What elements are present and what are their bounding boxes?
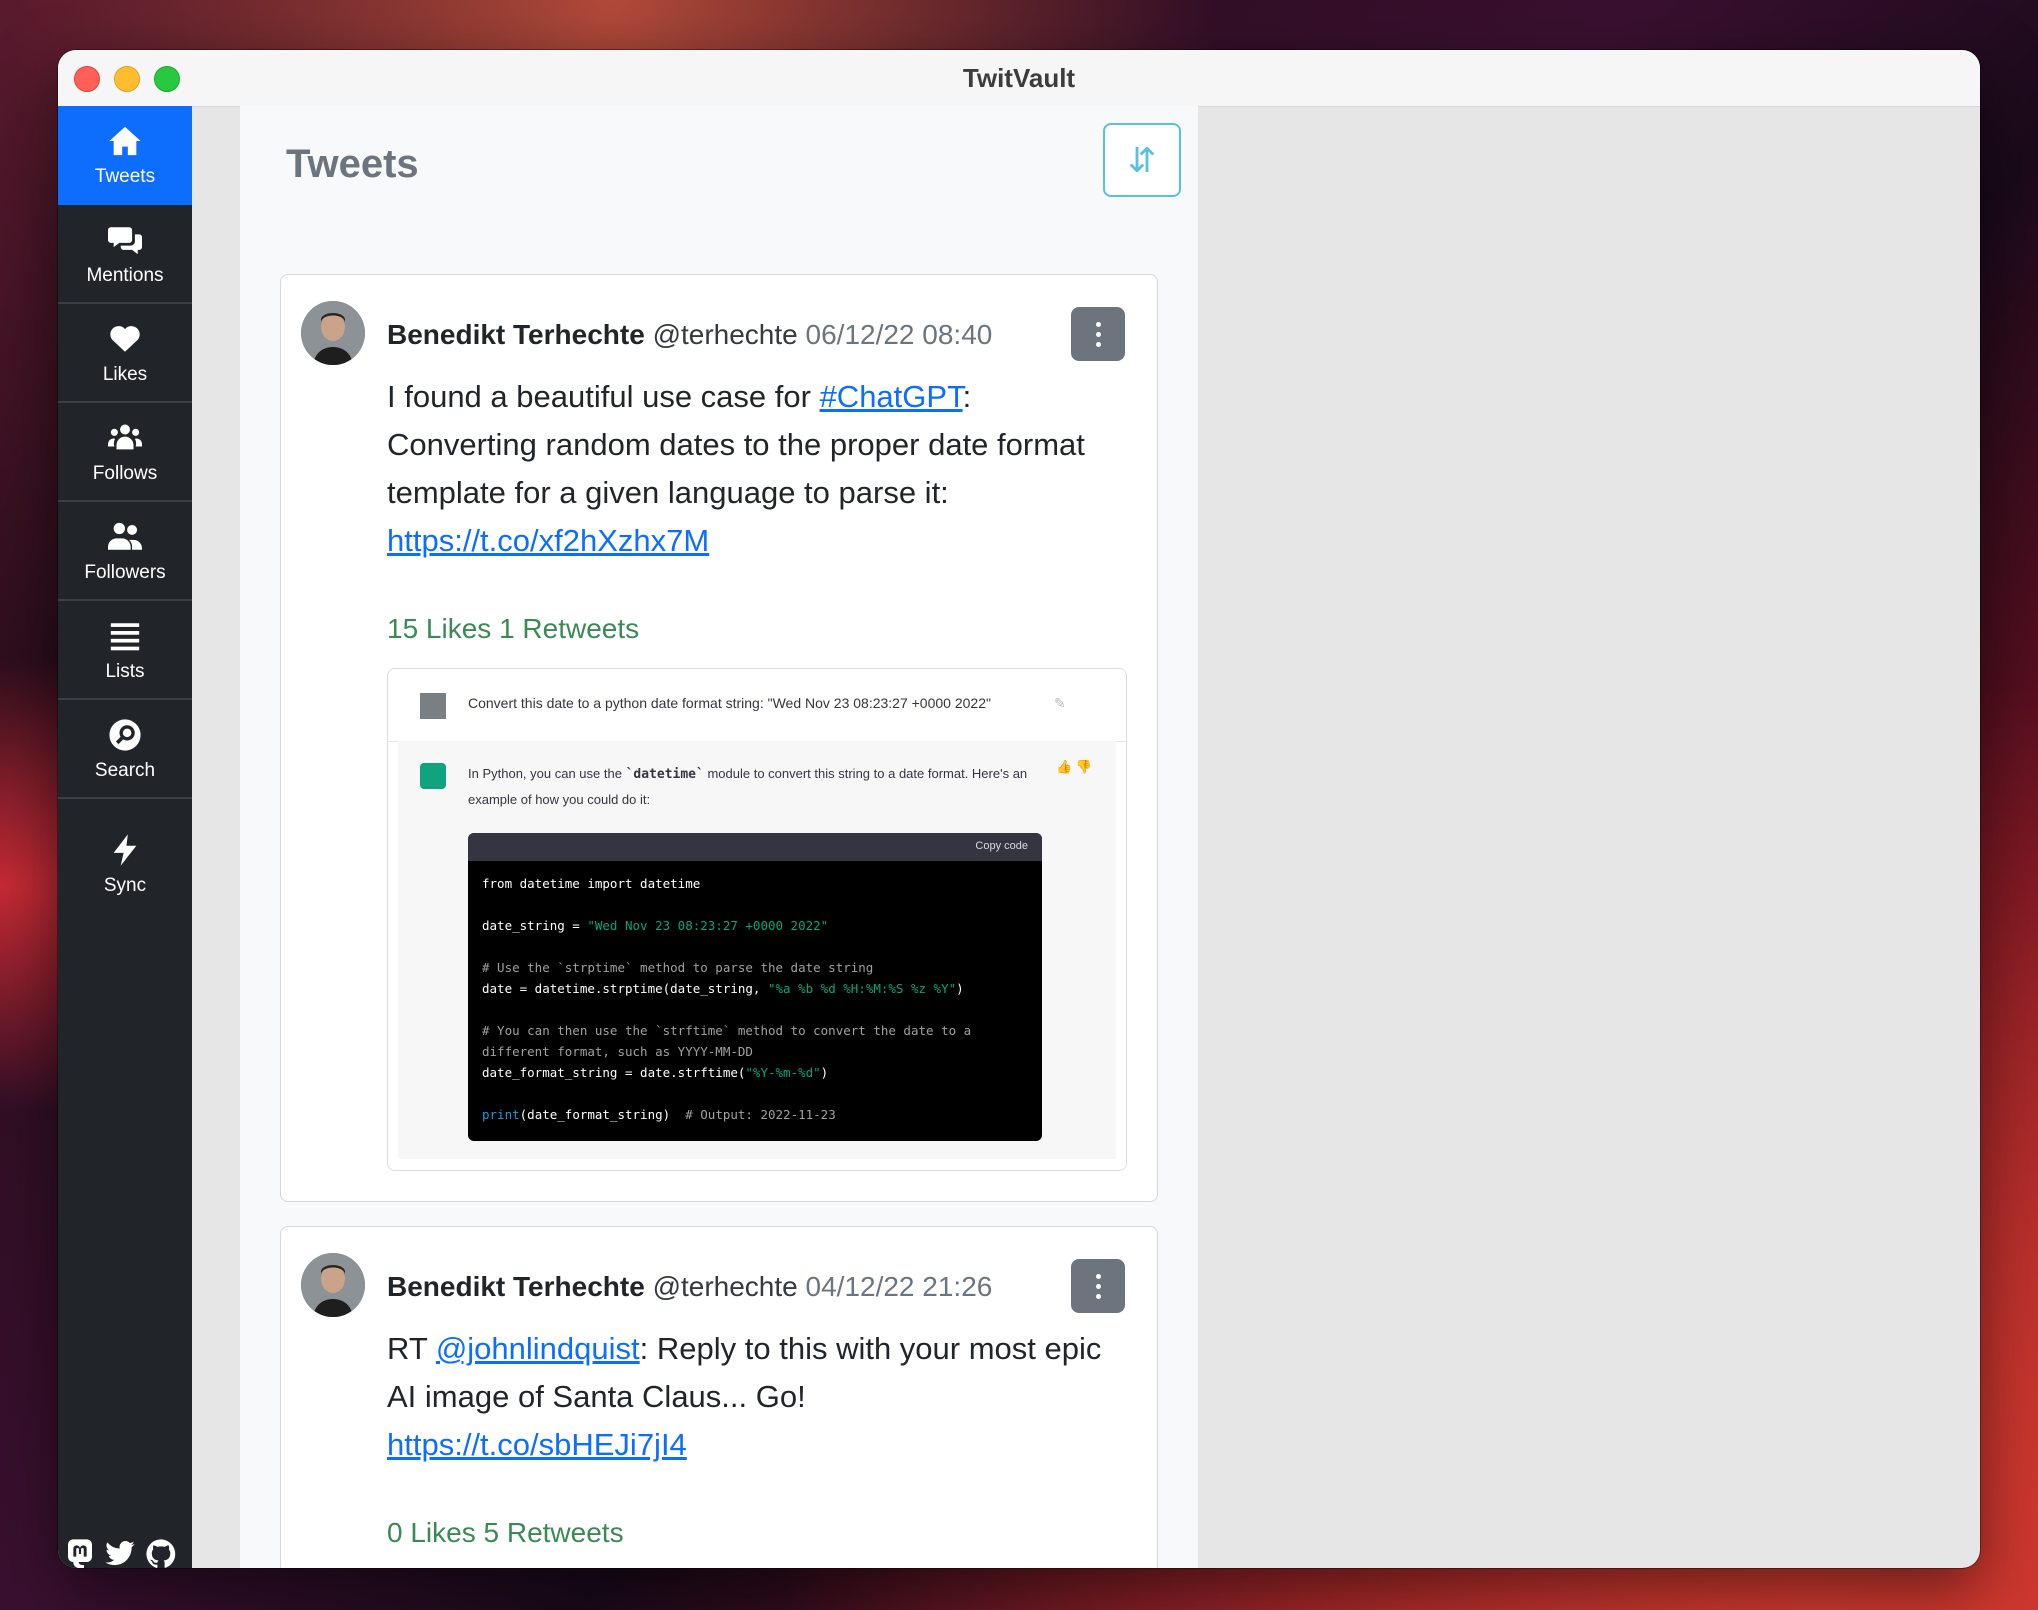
sidebar-item-tweets[interactable]: Tweets bbox=[58, 106, 192, 205]
code-block: Copy code from datetime import datetime … bbox=[468, 833, 1042, 1141]
sidebar-item-label: Search bbox=[94, 760, 156, 781]
thumbs-icons: 👍 👎 bbox=[1056, 759, 1092, 774]
sidebar-item-label: Likes bbox=[102, 364, 148, 385]
heart-icon bbox=[110, 326, 140, 352]
more-options-button[interactable] bbox=[1071, 307, 1125, 361]
sort-icon: ⇵ bbox=[1127, 142, 1157, 180]
author-handle[interactable]: @terhechte bbox=[653, 1271, 798, 1302]
sort-button[interactable]: ⇵ bbox=[1103, 123, 1181, 197]
tweet-stats: 0 Likes 5 Retweets bbox=[387, 1517, 624, 1548]
sidebar: Tweets Mentions Likes Follows Followers … bbox=[58, 106, 192, 1568]
sidebar-item-sync[interactable]: Sync bbox=[58, 799, 192, 915]
sidebar-item-followers[interactable]: Followers bbox=[58, 502, 192, 601]
sidebar-item-likes[interactable]: Likes bbox=[58, 304, 192, 403]
tweet-date: 04/12/22 21:26 bbox=[805, 1271, 993, 1302]
mastodon-icon[interactable] bbox=[64, 1538, 96, 1568]
sidebar-item-mentions[interactable]: Mentions bbox=[58, 205, 192, 304]
window-title: TwitVault bbox=[962, 63, 1076, 93]
author-name[interactable]: Benedikt Terhechte bbox=[387, 1271, 645, 1302]
tweet-card: Benedikt Terhechte @terhechte 06/12/22 0… bbox=[280, 274, 1158, 1202]
tweet-link[interactable]: https://t.co/sbHEJi7jI4 bbox=[387, 1427, 687, 1462]
comments-icon bbox=[108, 227, 142, 255]
edit-icon: ✎ bbox=[1054, 695, 1066, 711]
tweet-card: Benedikt Terhechte @terhechte 04/12/22 2… bbox=[280, 1226, 1158, 1568]
page-title: Tweets bbox=[286, 142, 419, 186]
answer-code: `datetime` bbox=[625, 767, 704, 782]
avatar bbox=[420, 693, 446, 719]
sidebar-item-label: Follows bbox=[92, 463, 158, 484]
code-header: Copy code bbox=[468, 833, 1042, 861]
sidebar-item-label: Sync bbox=[103, 875, 147, 896]
avatar[interactable] bbox=[301, 1253, 365, 1317]
tweet-link[interactable]: https://t.co/xf2hXzhx7M bbox=[387, 523, 709, 558]
question-text: Convert this date to a python date forma… bbox=[468, 695, 991, 711]
bolt-icon bbox=[113, 834, 137, 866]
social-links bbox=[64, 1538, 194, 1568]
sidebar-item-search[interactable]: Search bbox=[58, 700, 192, 799]
more-options-button[interactable] bbox=[1071, 1259, 1125, 1313]
author-name[interactable]: Benedikt Terhechte bbox=[387, 319, 645, 350]
tweet-text-part: I found a beautiful use case for bbox=[387, 379, 820, 414]
openai-logo-icon bbox=[420, 763, 446, 789]
users-icon bbox=[108, 424, 142, 450]
sidebar-item-lists[interactable]: Lists bbox=[58, 601, 192, 700]
avatar[interactable] bbox=[301, 301, 365, 365]
author-handle[interactable]: @terhechte bbox=[653, 319, 798, 350]
sidebar-item-label: Mentions bbox=[86, 265, 164, 286]
tweet-date: 06/12/22 08:40 bbox=[805, 319, 993, 350]
tweet-author: Benedikt Terhechte @terhechte 04/12/22 2… bbox=[387, 1271, 992, 1303]
search-icon bbox=[109, 719, 141, 751]
sidebar-item-label: Lists bbox=[105, 661, 145, 682]
list-icon bbox=[110, 623, 140, 651]
tweet-stats: 15 Likes 1 Retweets bbox=[387, 613, 640, 644]
sidebar-item-label: Followers bbox=[84, 562, 166, 583]
chat-answer: In Python, you can use the `datetime` mo… bbox=[398, 741, 1116, 1159]
home-icon bbox=[109, 126, 141, 156]
twitter-icon[interactable] bbox=[104, 1538, 136, 1568]
github-icon[interactable] bbox=[145, 1538, 177, 1568]
app-window: TwitVault Tweets Mentions Likes Follows … bbox=[58, 50, 1980, 1568]
sidebar-item-label: Tweets bbox=[94, 166, 156, 187]
hashtag-link[interactable]: #ChatGPT bbox=[820, 379, 963, 414]
tweet-media-image[interactable]: Convert this date to a python date forma… bbox=[387, 668, 1127, 1171]
copy-code-label: Copy code bbox=[975, 840, 1028, 852]
chat-question: Convert this date to a python date forma… bbox=[388, 669, 1126, 742]
user-friends-icon bbox=[108, 522, 142, 550]
sidebar-item-follows[interactable]: Follows bbox=[58, 403, 192, 502]
mention-link[interactable]: @johnlindquist bbox=[436, 1331, 640, 1366]
tweet-author: Benedikt Terhechte @terhechte 06/12/22 0… bbox=[387, 319, 992, 351]
answer-text-part: In Python, you can use the bbox=[468, 766, 626, 781]
answer-text: In Python, you can use the `datetime` mo… bbox=[468, 761, 1028, 812]
tweet-text-part: RT bbox=[387, 1331, 436, 1366]
main-content: Tweets ⇵ Benedikt Terhechte @terhechte 0… bbox=[240, 106, 1198, 1568]
tweet-text: I found a beautiful use case for #ChatGP… bbox=[387, 373, 1107, 565]
tweet-text: RT @johnlindquist: Reply to this with yo… bbox=[387, 1325, 1107, 1469]
code-text: from datetime import datetime date_strin… bbox=[482, 876, 972, 1122]
title-bar: TwitVault bbox=[58, 50, 1980, 107]
